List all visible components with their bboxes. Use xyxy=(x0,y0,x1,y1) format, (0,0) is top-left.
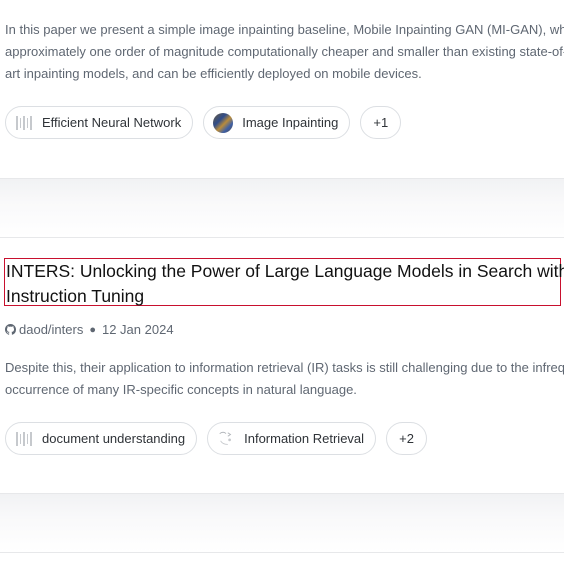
abstract-line: In this paper we present a simple image … xyxy=(5,22,564,37)
more-tags-button[interactable]: +2 xyxy=(386,422,428,455)
github-icon xyxy=(5,324,16,335)
barcode-icon xyxy=(15,114,33,132)
sketch-icon xyxy=(217,430,235,448)
repo-link[interactable]: daod/inters xyxy=(19,322,83,337)
paper2-tags: document understanding Information Retri… xyxy=(5,422,428,455)
tag-label: Information Retrieval xyxy=(244,431,365,446)
card-separator xyxy=(0,178,564,238)
abstract-line: Despite this, their application to infor… xyxy=(5,360,564,375)
tag-label: Efficient Neural Network xyxy=(42,115,182,130)
abstract-line: approximately one order of magnitude com… xyxy=(5,44,564,59)
tag-image-inpainting[interactable]: Image Inpainting xyxy=(203,106,351,139)
title-line: INTERS: Unlocking the Power of Large Lan… xyxy=(6,261,564,281)
card-separator xyxy=(0,493,564,553)
tag-label: Image Inpainting xyxy=(242,115,339,130)
page: In this paper we present a simple image … xyxy=(0,0,564,564)
tag-label: document understanding xyxy=(42,431,186,446)
paper1-tags: Efficient Neural Network Image Inpaintin… xyxy=(5,106,402,139)
barcode-icon xyxy=(15,430,33,448)
tag-efficient-neural-network[interactable]: Efficient Neural Network xyxy=(5,106,194,139)
paper2-abstract: Despite this, their application to infor… xyxy=(5,357,564,401)
paper2-title-link[interactable]: INTERS: Unlocking the Power of Large Lan… xyxy=(4,258,564,306)
paper1-abstract: In this paper we present a simple image … xyxy=(5,19,564,85)
abstract-line: art inpainting models, and can be effici… xyxy=(5,66,422,81)
abstract-line: occurrence of many IR-specific concepts … xyxy=(5,382,357,397)
separator-dot: ● xyxy=(89,323,96,336)
more-tags-button[interactable]: +1 xyxy=(360,106,402,139)
title-line: Instruction Tuning xyxy=(6,286,145,306)
publish-date: 12 Jan 2024 xyxy=(101,322,174,337)
thumbnail-icon xyxy=(213,112,234,133)
tag-information-retrieval[interactable]: Information Retrieval xyxy=(207,422,377,455)
tag-document-understanding[interactable]: document understanding xyxy=(5,422,198,455)
paper2-meta: daod/inters ● 12 Jan 2024 xyxy=(5,322,174,337)
